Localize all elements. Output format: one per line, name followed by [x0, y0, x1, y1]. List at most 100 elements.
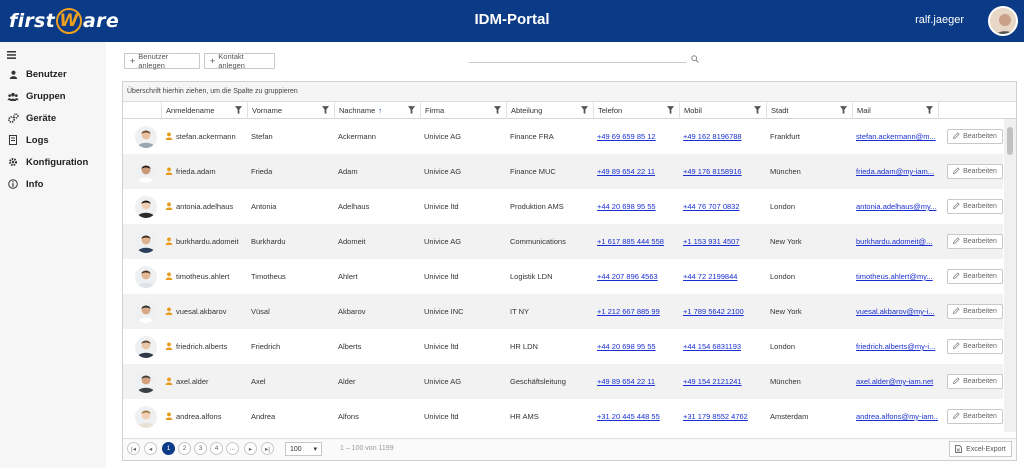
cell-mobil[interactable]: +1 153 931 4507 [679, 224, 766, 259]
filter-icon[interactable] [840, 106, 847, 114]
search-icon[interactable] [691, 50, 699, 68]
cell-anmeldename[interactable]: frieda.adam [161, 154, 247, 189]
table-row[interactable]: friedrich.alberts Friedrich Alberts Univice… [123, 329, 1003, 364]
filter-icon[interactable] [754, 106, 761, 114]
cell-mail[interactable]: vuesal.akbarov@my-i... [852, 294, 938, 329]
more-pages-button[interactable]: ... [226, 442, 239, 455]
table-row[interactable]: andrea.alfons Andrea Alfons Univice ltd HR A… [123, 399, 1003, 432]
avatar[interactable] [135, 370, 157, 393]
cell-mail-link[interactable]: friedrich.alberts@my-i... [856, 342, 935, 351]
cell-telefon[interactable]: +44 20 698 95 55 [593, 189, 679, 224]
avatar[interactable] [135, 195, 157, 218]
cell-telefon-link[interactable]: +44 207 896 4563 [597, 272, 658, 281]
cell-telefon[interactable]: +1 617 885 444 558 [593, 224, 679, 259]
cell-mobil[interactable]: +44 76 707 0832 [679, 189, 766, 224]
cell-mail[interactable]: stefan.ackermann@m... [852, 119, 938, 154]
filter-icon[interactable] [235, 106, 242, 114]
table-row[interactable]: timotheus.ahlert Timotheus Ahlert Univice l… [123, 259, 1003, 294]
cell-mobil[interactable]: +44 72 2199844 [679, 259, 766, 294]
user-name[interactable]: ralf.jaeger [915, 14, 964, 26]
column-header-mail[interactable]: Mail [852, 102, 938, 119]
cell-anmeldename[interactable]: vuesal.akbarov [161, 294, 247, 329]
cell-mobil-link[interactable]: +31 179 8552 4762 [683, 412, 748, 421]
cell-anmeldename[interactable]: burkhardu.adomeit [161, 224, 247, 259]
cell-telefon[interactable]: +49 69 659 85 12 [593, 119, 679, 154]
cell-mail[interactable]: axel.alder@my-iam.net [852, 364, 938, 399]
sidebar-item-logs[interactable]: Logs [6, 132, 49, 148]
column-header-nachname[interactable]: Nachname ↑ [334, 102, 420, 119]
table-row[interactable]: stefan.ackermann Stefan Ackermann Univice A… [123, 119, 1003, 154]
cell-mobil[interactable]: +44 154 6831193 [679, 329, 766, 364]
cell-telefon-link[interactable]: +49 89 654 22 11 [597, 167, 655, 176]
cell-mail-link[interactable]: axel.alder@my-iam.net [856, 377, 933, 386]
cell-anmeldename[interactable]: antonia.adelhaus [161, 189, 247, 224]
scrollbar-thumb[interactable] [1007, 127, 1013, 155]
excel-export-button[interactable]: Excel-Export [949, 441, 1012, 457]
table-row[interactable]: burkhardu.adomeit Burkhardu Adomeit Univice… [123, 224, 1003, 259]
page-button-4[interactable]: 4 [210, 442, 223, 455]
filter-icon[interactable] [408, 106, 415, 114]
cell-mail-link[interactable]: vuesal.akbarov@my-i... [856, 307, 934, 316]
table-row[interactable]: vuesal.akbarov Vüsal Akbarov Univice INC IT … [123, 294, 1003, 329]
cell-anmeldename[interactable]: friedrich.alberts [161, 329, 247, 364]
column-header-stadt[interactable]: Stadt [766, 102, 852, 119]
edit-button[interactable]: Bearbeiten [947, 129, 1003, 144]
cell-telefon[interactable]: +31 20 445 448 55 [593, 399, 679, 432]
cell-mail[interactable]: timotheus.ahlert@my... [852, 259, 938, 294]
cell-telefon[interactable]: +49 89 654 22 11 [593, 364, 679, 399]
first-page-button[interactable]: |◂ [127, 442, 140, 455]
cell-mobil[interactable]: +31 179 8552 4762 [679, 399, 766, 432]
cell-telefon-link[interactable]: +49 89 654 22 11 [597, 377, 655, 386]
edit-button[interactable]: Bearbeiten [947, 199, 1003, 214]
cell-mail[interactable]: antonia.adelhaus@my... [852, 189, 938, 224]
cell-telefon[interactable]: +44 20 698 95 55 [593, 329, 679, 364]
cell-mail-link[interactable]: stefan.ackermann@m... [856, 132, 936, 141]
edit-button[interactable]: Bearbeiten [947, 374, 1003, 389]
filter-icon[interactable] [322, 106, 329, 114]
vertical-scrollbar[interactable] [1004, 119, 1016, 432]
cell-mail-link[interactable]: burkhardu.adomeit@... [856, 237, 932, 246]
filter-icon[interactable] [581, 106, 588, 114]
add-user-button[interactable]: + Benutzer anlegen [124, 52, 200, 70]
cell-mail[interactable]: friedrich.alberts@my-i... [852, 329, 938, 364]
last-page-button[interactable]: ▸| [261, 442, 274, 455]
cell-telefon[interactable]: +49 89 654 22 11 [593, 154, 679, 189]
cell-anmeldename[interactable]: stefan.ackermann [161, 119, 247, 154]
cell-mobil[interactable]: +49 154 2121241 [679, 364, 766, 399]
avatar[interactable] [135, 125, 157, 148]
edit-button[interactable]: Bearbeiten [947, 164, 1003, 179]
table-row[interactable]: antonia.adelhaus Antonia Adelhaus Univice l… [123, 189, 1003, 224]
avatar[interactable] [135, 230, 157, 253]
edit-button[interactable]: Bearbeiten [947, 409, 1003, 424]
cell-mail-link[interactable]: antonia.adelhaus@my... [856, 202, 936, 211]
cell-mail[interactable]: andrea.alfons@my-iam... [852, 399, 938, 432]
avatar[interactable] [135, 265, 157, 288]
cell-mail-link[interactable]: andrea.alfons@my-iam... [856, 412, 938, 421]
column-header-anmeldename[interactable]: Anmeldename [161, 102, 247, 119]
column-header-mobil[interactable]: Mobil [679, 102, 766, 119]
cell-mail-link[interactable]: timotheus.ahlert@my... [856, 272, 933, 281]
cell-mobil-link[interactable]: +44 76 707 0832 [683, 202, 740, 211]
column-header-vorname[interactable]: Vorname [247, 102, 334, 119]
cell-anmeldename[interactable]: axel.alder [161, 364, 247, 399]
cell-mail[interactable]: burkhardu.adomeit@... [852, 224, 938, 259]
cell-telefon-link[interactable]: +44 20 698 95 55 [597, 202, 656, 211]
cell-anmeldename[interactable]: timotheus.ahlert [161, 259, 247, 294]
cell-telefon-link[interactable]: +1 617 885 444 558 [597, 237, 664, 246]
page-button-3[interactable]: 3 [194, 442, 207, 455]
avatar[interactable] [135, 405, 157, 428]
avatar[interactable] [135, 335, 157, 358]
cell-telefon-link[interactable]: +31 20 445 448 55 [597, 412, 660, 421]
add-contact-button[interactable]: + Kontakt anlegen [204, 52, 275, 70]
column-header-telefon[interactable]: Telefon [593, 102, 679, 119]
cell-mail[interactable]: frieda.adam@my-iam... [852, 154, 938, 189]
edit-button[interactable]: Bearbeiten [947, 269, 1003, 284]
table-row[interactable]: frieda.adam Frieda Adam Univice AG Finance M… [123, 154, 1003, 189]
avatar[interactable] [135, 300, 157, 323]
page-size-select[interactable]: 100 ▾ [285, 442, 322, 456]
cell-telefon-link[interactable]: +1 212 667 885 99 [597, 307, 660, 316]
sidebar-item-gruppen[interactable]: Gruppen [6, 88, 66, 104]
edit-button[interactable]: Bearbeiten [947, 339, 1003, 354]
cell-telefon[interactable]: +44 207 896 4563 [593, 259, 679, 294]
edit-button[interactable]: Bearbeiten [947, 304, 1003, 319]
